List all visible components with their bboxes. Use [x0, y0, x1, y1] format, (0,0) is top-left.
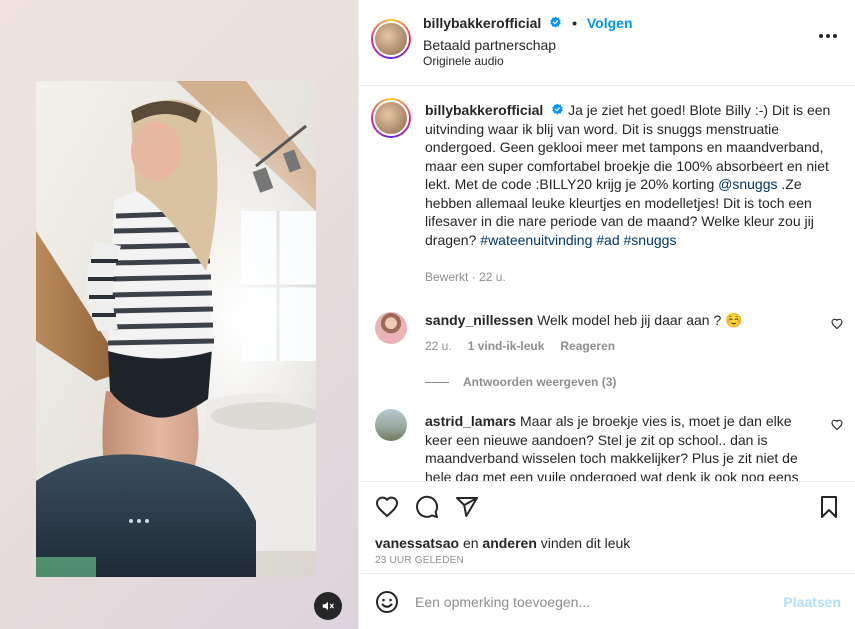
paid-partnership-label[interactable]: Betaald partnerschap — [423, 37, 556, 53]
comment-like-heart-icon[interactable] — [831, 318, 843, 330]
view-replies-label: Antwoorden weergeven (3) — [463, 375, 617, 389]
likes-text: vanessatsao en anderen vinden dit leuk — [375, 535, 630, 551]
heart-icon[interactable] — [375, 495, 399, 519]
likes-summary: vanessatsao en anderen vinden dit leuk 2… — [359, 532, 855, 570]
mention-link[interactable]: @snuggs — [718, 176, 777, 192]
author-avatar[interactable] — [371, 19, 411, 59]
verified-badge-icon — [550, 16, 561, 28]
view-replies-button[interactable]: Antwoorden weergeven (3) — [425, 375, 616, 389]
add-comment-bar: Plaatsen — [359, 573, 855, 629]
hashtag-link[interactable]: #snuggs — [624, 232, 677, 248]
liker-username[interactable]: vanessatsao — [375, 535, 459, 551]
post-caption: billybakkerofficial Ja je ziet het goed!… — [425, 101, 835, 249]
commenter-avatar[interactable] — [375, 409, 407, 441]
edited-label: Bewerkt — [425, 270, 469, 284]
hashtag-link[interactable]: #ad — [596, 232, 619, 248]
more-options-icon[interactable] — [819, 34, 837, 38]
comment-input[interactable] — [415, 590, 755, 614]
post-dialog: billybakkerofficial • Volgen Betaald par… — [0, 0, 855, 629]
commenter-avatar[interactable] — [375, 312, 407, 344]
mute-icon — [322, 601, 334, 611]
post-actions-bar — [359, 482, 855, 532]
bookmark-icon[interactable] — [817, 495, 841, 519]
comment-like-heart-icon[interactable] — [831, 419, 843, 431]
verified-badge-icon — [552, 103, 563, 115]
commenter-username[interactable]: sandy_nillessen — [425, 312, 533, 328]
replies-divider — [425, 381, 449, 383]
comment-time[interactable]: 22 u. — [425, 339, 452, 353]
post-timestamp[interactable]: 23 UUR GELEDEN — [375, 555, 464, 566]
likes-connector: en — [462, 535, 479, 551]
likes-others-link[interactable]: anderen — [482, 535, 536, 551]
caption-meta: Bewerkt · 22 u. — [425, 270, 506, 284]
audio-label[interactable]: Originele audio — [423, 54, 504, 68]
comment-item: sandy_nillessen Welk model heb jij daar … — [425, 311, 819, 330]
follow-button[interactable]: Volgen — [587, 15, 633, 31]
author-username[interactable]: billybakkerofficial — [423, 15, 541, 31]
comments-section[interactable]: billybakkerofficial Ja je ziet het goed!… — [359, 86, 855, 482]
post-header: billybakkerofficial • Volgen Betaald par… — [359, 0, 855, 86]
video-frame-illustration — [36, 81, 316, 577]
post-comment-button[interactable]: Plaatsen — [783, 594, 841, 610]
hashtag-link[interactable]: #wateenuitvinding — [480, 232, 592, 248]
caption-time[interactable]: 22 u. — [479, 270, 506, 284]
post-media — [0, 0, 358, 629]
separator-dot: • — [572, 15, 577, 31]
reply-button[interactable]: Reageren — [560, 339, 615, 353]
post-details-panel: billybakkerofficial • Volgen Betaald par… — [358, 0, 855, 629]
comment-icon[interactable] — [415, 495, 439, 519]
caption-author-avatar[interactable] — [371, 98, 411, 138]
comment-meta: 22 u. 1 vind-ik-leuk Reageren — [425, 339, 615, 353]
comment-item: astrid_lamars Maar als je broekje vies i… — [425, 412, 819, 481]
mute-toggle-button[interactable] — [314, 592, 342, 620]
reel-video[interactable] — [36, 81, 316, 577]
emoji-icon[interactable] — [375, 590, 399, 614]
comment-text: Welk model heb jij daar aan ? ☺️ — [537, 312, 743, 328]
comment-likes-count[interactable]: 1 vind-ik-leuk — [468, 339, 545, 353]
likes-suffix: vinden dit leuk — [540, 535, 631, 551]
commenter-username[interactable]: astrid_lamars — [425, 413, 516, 429]
share-icon[interactable] — [455, 495, 479, 519]
caption-username[interactable]: billybakkerofficial — [425, 102, 543, 118]
